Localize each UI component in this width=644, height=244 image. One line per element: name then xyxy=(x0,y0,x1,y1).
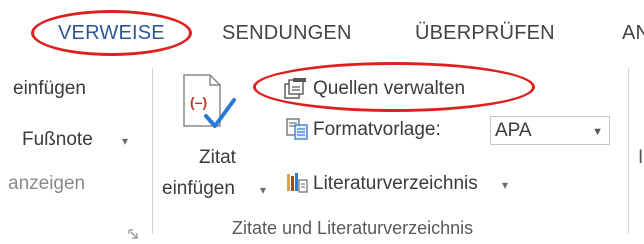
insert-citation-label-1[interactable]: Zitat xyxy=(199,146,236,170)
style-label: Formatvorlage: xyxy=(313,119,441,140)
bibliography-icon[interactable] xyxy=(286,172,308,194)
footnote-button[interactable]: Fußnote xyxy=(22,128,93,152)
dialog-launcher-icon[interactable] xyxy=(128,226,138,239)
ribbon-tab-bar: VERWEISE SENDUNGEN ÜBERPRÜFEN AN xyxy=(0,0,644,62)
citation-insert-icon[interactable]: (–) xyxy=(182,74,252,134)
svg-text:(–): (–) xyxy=(190,94,207,110)
tab-an[interactable]: AN xyxy=(622,20,644,46)
ribbon-body: einfügen Fußnote ▾ anzeigen (–) Zitat ei… xyxy=(0,62,644,243)
manage-sources-icon[interactable] xyxy=(284,78,308,100)
bibliography-button[interactable]: Literaturverzeichnis xyxy=(313,172,478,196)
chevron-down-icon[interactable]: ▾ xyxy=(260,184,266,196)
insert-button[interactable]: einfügen xyxy=(13,77,86,101)
chevron-down-icon[interactable]: ▾ xyxy=(122,135,128,147)
show-button[interactable]: anzeigen xyxy=(8,172,85,196)
tab-sendungen[interactable]: SENDUNGEN xyxy=(222,20,352,46)
group-label: Zitate und Literaturverzeichnis xyxy=(232,218,474,238)
tab-verweise[interactable]: VERWEISE xyxy=(58,20,165,46)
style-dropdown[interactable]: APA ▼ xyxy=(490,116,610,145)
chevron-down-icon[interactable]: ▾ xyxy=(502,179,508,191)
group-separator xyxy=(628,68,629,234)
chevron-down-icon[interactable]: ▼ xyxy=(592,126,603,138)
manage-sources-button[interactable]: Quellen verwalten xyxy=(313,77,465,101)
insert-citation-label-2[interactable]: einfügen xyxy=(162,177,235,201)
style-format-icon[interactable] xyxy=(286,118,308,140)
tab-ueberpruefen[interactable]: ÜBERPRÜFEN xyxy=(415,20,555,46)
group-separator xyxy=(152,68,153,234)
next-group-label-cut: I xyxy=(638,147,644,168)
style-value: APA xyxy=(495,120,532,141)
